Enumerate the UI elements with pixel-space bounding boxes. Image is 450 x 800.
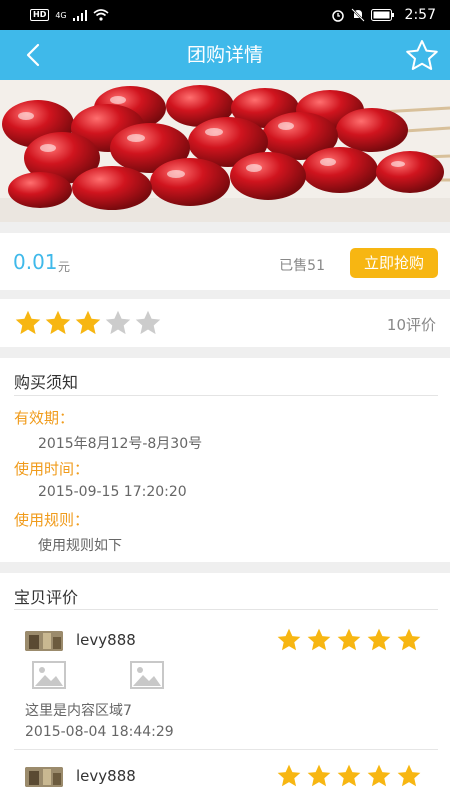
review-text: 这里是内容区域7 <box>25 703 132 719</box>
favorite-button[interactable] <box>404 38 440 72</box>
star-filled-icon <box>337 628 361 651</box>
notice-title: 购买须知 <box>14 373 79 392</box>
purchase-notice: 购买须知 有效期： 2015年8月12号-8月30号 使用时间： 2015-09… <box>0 358 450 562</box>
rating-stars <box>14 309 162 337</box>
review-username: levy888 <box>76 631 136 649</box>
avatar-image <box>25 631 63 651</box>
star-filled-icon <box>277 628 301 651</box>
star-empty-icon <box>135 310 161 335</box>
review-time: 2015-08-04 18:44:29 <box>25 724 174 740</box>
star-outline-icon <box>406 40 438 70</box>
star-empty-icon <box>105 310 131 335</box>
avatar <box>25 767 63 787</box>
sold-count: 已售51 <box>279 258 325 274</box>
rating-row[interactable]: 10评价 <box>0 299 450 347</box>
back-chevron-icon <box>26 43 40 67</box>
network-badge: 4G <box>55 10 67 20</box>
star-filled-icon <box>15 310 41 335</box>
notice-divider <box>14 395 438 396</box>
star-filled-icon <box>367 764 391 787</box>
avatar-image <box>25 767 63 787</box>
price-unit: 元 <box>58 260 71 274</box>
battery-icon <box>370 9 394 21</box>
star-filled-icon <box>397 764 421 787</box>
mute-icon <box>350 8 365 22</box>
star-filled-icon <box>367 628 391 651</box>
review-count: 10评价 <box>386 316 436 334</box>
alarm-icon <box>331 10 344 22</box>
product-image <box>0 80 450 222</box>
hd-badge: HD <box>30 9 50 21</box>
page-title: 团购详情 <box>186 44 263 66</box>
usage-rules-label: 使用规则： <box>14 511 90 529</box>
status-time: 2:57 <box>404 7 436 23</box>
star-filled-icon <box>307 628 331 651</box>
price-row: 0.01 元 已售51 立即抢购 <box>0 233 450 290</box>
usage-time-label: 使用时间： <box>14 460 90 478</box>
reviews-section: 宝贝评价 levy888 这里是内容区域7 2015-08-04 18:44:2… <box>0 573 450 800</box>
image-placeholder-icon[interactable] <box>32 661 66 689</box>
validity-label: 有效期： <box>14 409 75 427</box>
reviews-title: 宝贝评价 <box>14 588 79 607</box>
buy-now-button[interactable]: 立即抢购 <box>350 248 438 278</box>
star-filled-icon <box>277 764 301 787</box>
star-filled-icon <box>75 310 101 335</box>
back-button[interactable] <box>18 40 48 70</box>
image-placeholder-icon[interactable] <box>130 661 164 689</box>
reviews-divider <box>14 609 438 610</box>
review-stars <box>276 763 422 789</box>
review-username: levy888 <box>76 767 136 785</box>
review-separator <box>14 749 438 750</box>
status-left: HD 4G <box>30 9 109 21</box>
usage-rules-value: 使用规则如下 <box>38 538 122 554</box>
status-right: 2:57 <box>331 7 436 23</box>
star-filled-icon <box>45 310 71 335</box>
star-filled-icon <box>307 764 331 787</box>
status-bar: HD 4G 2:57 <box>0 0 450 30</box>
avatar <box>25 631 63 651</box>
star-filled-icon <box>397 628 421 651</box>
deal-price: 0.01 <box>13 250 58 274</box>
app-header: 团购详情 <box>0 30 450 80</box>
review-stars <box>276 627 422 653</box>
star-filled-icon <box>337 764 361 787</box>
wifi-icon <box>93 9 109 21</box>
hawthorn-illustration <box>0 80 450 222</box>
validity-value: 2015年8月12号-8月30号 <box>38 436 203 452</box>
usage-time-value: 2015-09-15 17:20:20 <box>38 484 187 500</box>
signal-icon <box>72 9 87 21</box>
